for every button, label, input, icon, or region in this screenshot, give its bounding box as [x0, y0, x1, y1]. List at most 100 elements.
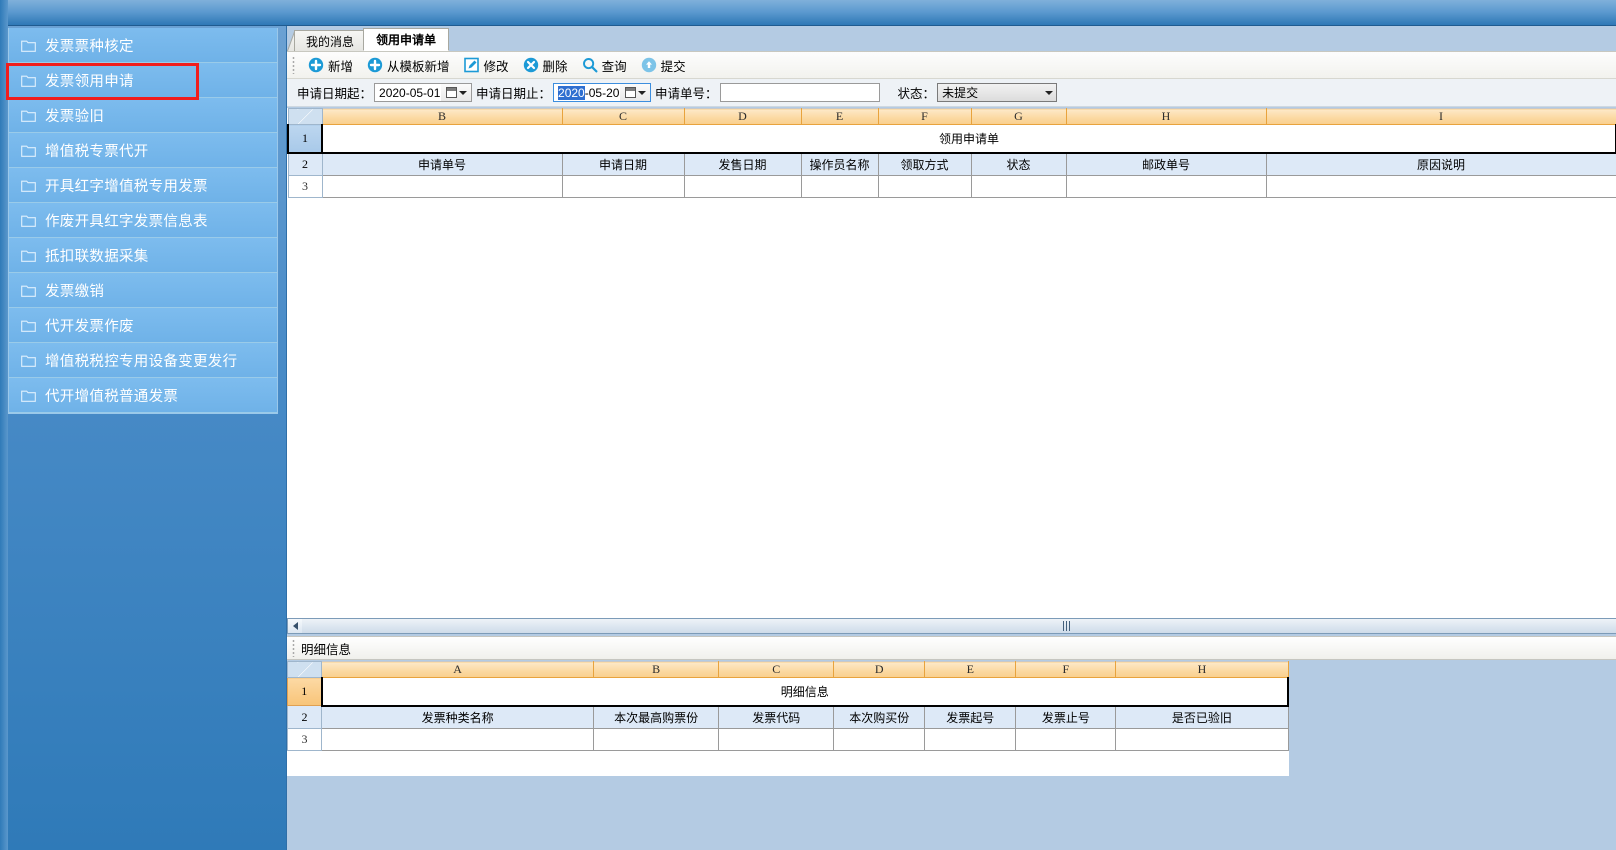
folder-icon — [21, 249, 36, 262]
grid-column-label: 发票止号 — [1015, 705, 1117, 729]
grid-cell[interactable] — [1015, 728, 1117, 751]
grid-cell[interactable] — [924, 728, 1017, 751]
grid-corner[interactable] — [287, 108, 323, 125]
search-button[interactable]: 查询 — [575, 53, 634, 77]
column-header-E[interactable]: E — [800, 108, 879, 125]
folder-icon — [21, 144, 36, 157]
folder-open-icon — [21, 214, 36, 227]
row-header-1[interactable]: 1 — [287, 124, 323, 154]
column-header-F[interactable]: F — [877, 108, 972, 125]
date-from-label: 申请日期起： — [297, 87, 373, 101]
sidebar-item-label: 增值税税控专用设备变更发行 — [45, 353, 238, 370]
row-header-2[interactable]: 2 — [286, 705, 323, 729]
apply-no-input[interactable] — [719, 83, 880, 102]
button-label: 删除 — [542, 59, 568, 74]
status-select[interactable]: 未提交 — [937, 83, 1058, 102]
grid-cell[interactable] — [877, 175, 972, 198]
column-header-C[interactable]: C — [561, 108, 685, 125]
column-header-B[interactable]: B — [321, 108, 563, 125]
table-row[interactable]: 3 — [287, 175, 1616, 198]
date-to-input[interactable]: 2020 -05-20 — [553, 83, 652, 102]
column-header-A[interactable]: A — [321, 661, 595, 678]
column-header-F[interactable]: F — [1015, 661, 1117, 678]
sidebar-item-2[interactable]: 发票验旧 — [9, 98, 277, 133]
grid-corner[interactable] — [286, 661, 323, 678]
row-header-3[interactable]: 3 — [286, 728, 323, 751]
button-label: 修改 — [483, 59, 509, 74]
new-button[interactable]: 新增 — [301, 53, 360, 77]
grid-title-cell: 明细信息 — [320, 677, 1290, 707]
window-titlebar — [0, 0, 1616, 26]
grid-cell[interactable] — [800, 175, 879, 198]
grid-cell[interactable] — [593, 728, 720, 751]
sidebar-item-3[interactable]: 增值税专票代开 — [9, 133, 277, 168]
scroll-left-button[interactable] — [288, 619, 302, 633]
sidebar-item-5[interactable]: 作废开具红字发票信息表 — [9, 203, 277, 238]
submit-button[interactable]: 提交 — [634, 53, 693, 77]
sidebar-item-7[interactable]: 发票缴销 — [9, 273, 277, 308]
row-header-2[interactable]: 2 — [287, 152, 323, 176]
grid-cell[interactable] — [1065, 175, 1267, 198]
grid-title-row: 1 明细信息 — [286, 677, 1290, 707]
sidebar-item-6[interactable]: 抵扣联数据采集 — [9, 238, 277, 273]
grid-cell[interactable] — [683, 175, 802, 198]
button-label: 提交 — [660, 59, 686, 74]
sidebar-item-1[interactable]: 发票领用申请 — [9, 63, 277, 98]
row-header-3[interactable]: 3 — [287, 175, 323, 198]
date-from-picker-button[interactable] — [441, 84, 472, 101]
column-header-G[interactable]: G — [970, 108, 1067, 125]
tab-application-form[interactable]: 领用申请单 — [363, 28, 449, 51]
filter-bar: 申请日期起： 2020-05-01 申请日期止： 2020 -05-20 申请单号… — [287, 79, 1616, 107]
column-header-H[interactable]: H — [1115, 661, 1289, 678]
sidebar-item-9[interactable]: 增值税税控专用设备变更发行 — [9, 343, 277, 378]
toolbar-grip[interactable] — [292, 56, 295, 74]
status-select-value: 未提交 — [942, 86, 979, 100]
sidebar-item-label: 开具红字增值税专用发票 — [45, 178, 208, 195]
column-header-row: BCDEFGHI — [287, 108, 1616, 125]
sidebar-item-8[interactable]: 代开发票作废 — [9, 308, 277, 343]
column-header-H[interactable]: H — [1065, 108, 1267, 125]
folder-icon — [21, 74, 36, 87]
delete-button[interactable]: 删除 — [516, 53, 575, 77]
tab-label: 领用申请单 — [375, 33, 436, 47]
grid-column-label: 本次购买份 — [833, 705, 926, 729]
edit-button[interactable]: 修改 — [457, 53, 516, 77]
grid-cell[interactable] — [561, 175, 685, 198]
grid-cell[interactable] — [718, 728, 835, 751]
detail-panel-grip[interactable] — [292, 639, 295, 657]
button-label: 查询 — [601, 59, 627, 74]
date-from-input[interactable]: 2020-05-01 — [374, 83, 473, 102]
grid-column-label: 原因说明 — [1265, 152, 1616, 176]
grid-cell[interactable] — [321, 728, 595, 751]
grid-cell[interactable] — [1115, 728, 1289, 751]
table-row[interactable]: 3 — [286, 728, 1289, 751]
grid-cell[interactable] — [1265, 175, 1616, 198]
sidebar-item-0[interactable]: 发票票种核定 — [9, 28, 277, 63]
scroll-thumb-grip[interactable] — [1063, 621, 1070, 631]
column-header-D[interactable]: D — [833, 661, 926, 678]
tab-my-messages[interactable]: 我的消息 — [294, 30, 366, 51]
sidebar-item-10[interactable]: 代开增值税普通发票 — [9, 378, 277, 413]
grid-column-label: 发售日期 — [683, 152, 802, 176]
column-header-I[interactable]: I — [1265, 108, 1616, 125]
date-to-picker-button[interactable] — [620, 84, 651, 101]
sidebar-item-4[interactable]: 开具红字增值税专用发票 — [9, 168, 277, 203]
column-header-B[interactable]: B — [593, 661, 720, 678]
grid-cell[interactable] — [970, 175, 1067, 198]
grid-header-row: 2 申请单号 申请日期 发售日期 操作员名称 领取方式 状态 邮政单号 原因说明 — [287, 152, 1616, 176]
new-from-template-button[interactable]: 从模板新增 — [360, 53, 457, 77]
grid-column-label: 本次最高购票份 — [593, 705, 720, 729]
column-header-C[interactable]: C — [718, 661, 835, 678]
column-header-E[interactable]: E — [924, 661, 1017, 678]
row-header-1[interactable]: 1 — [286, 677, 323, 706]
folder-icon — [21, 389, 36, 402]
calendar-icon — [445, 87, 457, 98]
status-label: 状态： — [897, 87, 936, 101]
main-grid-hscrollbar[interactable] — [287, 618, 1616, 634]
sidebar-nav: 发票票种核定 发票领用申请 发票验旧 增值税专票代开开具红字增值税专用发票作废开具红字… — [8, 28, 278, 414]
grid-column-label: 申请单号 — [321, 152, 563, 176]
grid-cell[interactable] — [321, 175, 563, 198]
column-header-D[interactable]: D — [683, 108, 802, 125]
grid-cell[interactable] — [833, 728, 926, 751]
date-to-value-selected: 2020 — [558, 85, 585, 100]
